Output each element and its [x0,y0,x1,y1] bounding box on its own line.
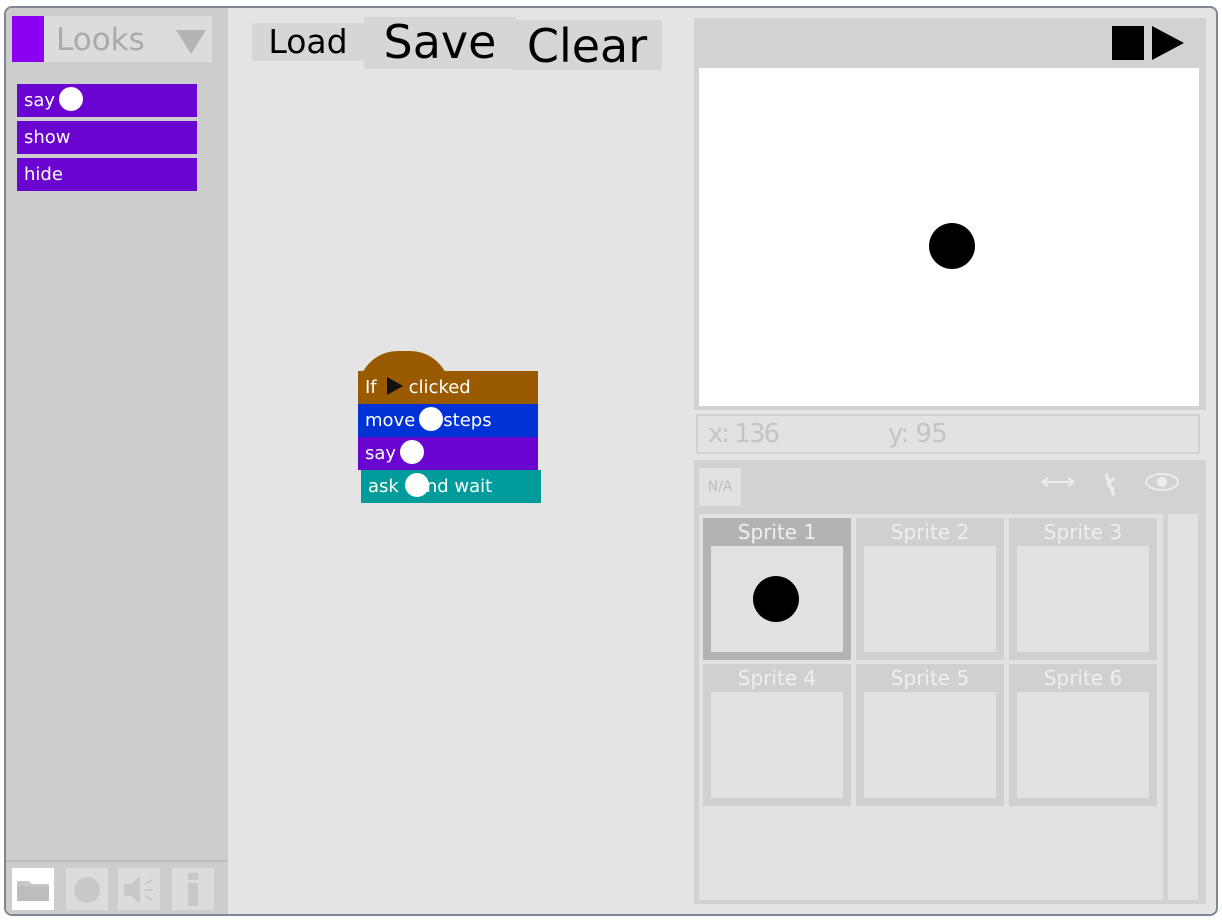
sprite-list: Sprite 1 Sprite 2 Sprite 3 Sprite 4 Spri… [699,514,1163,900]
folder-icon[interactable] [12,868,54,910]
sprite-name-field[interactable]: N/A [699,468,741,506]
sprite-thumbnail [1017,692,1149,798]
block-label: say [24,90,56,111]
sprite-thumbnail [864,692,996,798]
sprite-thumbnail-shape [753,576,799,622]
rotation-style-icon[interactable] [1040,470,1076,500]
palette-block-show[interactable]: show [17,121,197,154]
block-label: show [24,127,71,148]
block-label: ask [368,476,399,497]
y-label: y: [888,419,909,449]
record-icon[interactable] [66,868,108,910]
sprite-thumbnail [711,546,843,652]
visibility-eye-icon[interactable] [1144,470,1180,500]
script-block-move-steps[interactable]: move steps [358,404,538,437]
play-icon[interactable] [1152,26,1184,60]
block-label: say [365,443,397,464]
palette-block-hide[interactable]: hide [17,158,197,191]
block-palette: Looks say show hide [6,8,228,914]
x-label: x: [708,419,730,449]
sprite-name: Sprite 3 [1043,520,1123,544]
block-label: If [365,377,377,398]
sprite-panel: N/A Sprite 1 Sprite 2 Sprite 3 Sprite 4 … [694,460,1206,904]
palette-toolbar [6,860,228,914]
stage-canvas[interactable] [699,68,1199,406]
script-block-when-flag-clicked[interactable]: If clicked [358,371,538,404]
sprite-name: Sprite 1 [737,520,817,544]
sprite-card[interactable]: Sprite 2 [856,518,1004,660]
coordinate-readout: x: 136 y: 95 [696,414,1200,454]
sprite-name: Sprite 2 [890,520,970,544]
sprite-card[interactable]: Sprite 5 [856,664,1004,806]
sprite-name: Sprite 6 [1043,666,1123,690]
block-label: steps [443,410,492,431]
sprite-card[interactable]: Sprite 1 [703,518,851,660]
value-slot[interactable] [419,407,444,431]
sprite-card[interactable]: Sprite 4 [703,664,851,806]
script-block-ask-and-wait[interactable]: ask and wait [361,470,541,503]
draggable-toggle-icon[interactable] [1098,470,1122,506]
script-block-say[interactable]: say [358,437,538,470]
sprite-thumbnail [864,546,996,652]
category-dropdown[interactable]: Looks [12,16,212,62]
sprite-thumbnail [1017,546,1149,652]
save-button[interactable]: Save [364,17,516,69]
value-slot[interactable] [400,440,425,464]
palette-block-say[interactable]: say [17,84,197,117]
sprite-thumbnail [711,692,843,798]
value-slot[interactable] [404,473,429,497]
sprite-name: Sprite 4 [737,666,817,690]
stage-sprite[interactable] [929,223,975,269]
sprite-name: Sprite 5 [890,666,970,690]
y-value: 95 [915,419,948,449]
stop-icon[interactable] [1112,26,1144,60]
block-label: clicked [408,377,471,398]
sound-icon[interactable] [118,868,160,910]
stage-panel [694,18,1206,410]
clear-button[interactable]: Clear [512,20,662,72]
value-slot[interactable] [59,87,84,111]
sprite-card[interactable]: Sprite 3 [1009,518,1157,660]
load-button[interactable]: Load [252,23,364,61]
app-window: Looks say show hide Load Save Clear If cl… [4,6,1218,916]
dropdown-arrow-icon[interactable] [176,30,206,54]
category-label: Looks [56,22,145,58]
green-flag-icon [386,377,403,395]
sprite-list-scrollbar[interactable] [1168,514,1198,900]
x-value: 136 [734,419,780,449]
block-label: move [365,410,416,431]
category-color-swatch [12,16,44,62]
sprite-card[interactable]: Sprite 6 [1009,664,1157,806]
info-icon[interactable] [172,868,214,910]
block-label: hide [24,164,63,185]
